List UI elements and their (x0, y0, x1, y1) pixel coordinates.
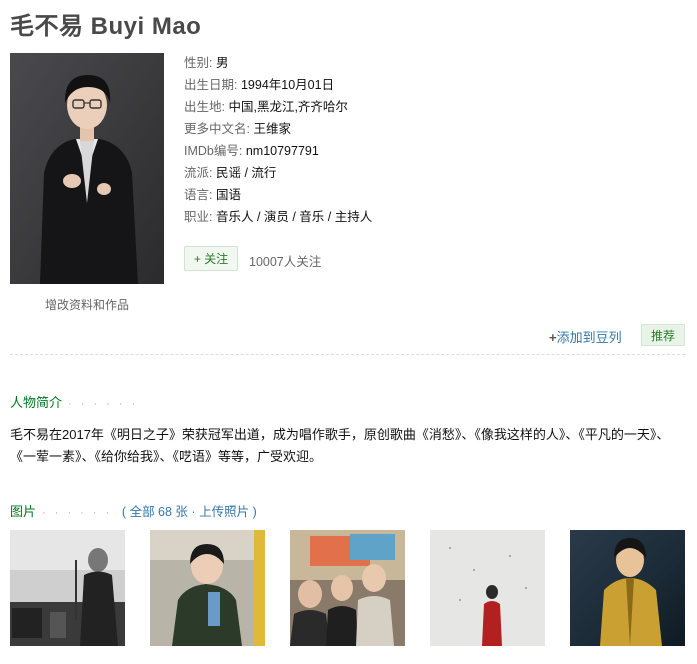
photo-thumbnail[interactable] (570, 530, 685, 646)
photo-image (10, 530, 125, 646)
info-row-language: 语言: 国语 (184, 184, 372, 206)
info-key: 职业: (184, 210, 213, 224)
info-key: 更多中文名: (184, 122, 250, 136)
link-separator: · (191, 505, 196, 519)
info-key: 流派: (184, 166, 213, 180)
info-value: 音乐人 / 演员 / 音乐 / 主持人 (215, 210, 373, 224)
upload-photo-link[interactable]: 上传照片 (199, 505, 249, 519)
info-value: 民谣 / 流行 (215, 166, 277, 180)
bio-dots: · · · · · · (68, 398, 139, 410)
info-value: 1994年10月01日 (240, 78, 335, 92)
photos-section-header: 图片 · · · · · · ( 全部 68 张 · 上传照片 ) (10, 501, 257, 520)
info-row-genre: 流派: 民谣 / 流行 (184, 162, 372, 184)
info-key: IMDb编号: (184, 144, 243, 158)
photo-links: ( 全部 68 张 · 上传照片 ) (122, 505, 257, 519)
photo-image (150, 530, 265, 646)
photos-dots: · · · · · · (42, 507, 113, 519)
plus-icon: + (549, 330, 557, 345)
info-value: 王维家 (253, 122, 291, 136)
portrait-photo[interactable] (10, 53, 164, 284)
info-key: 性别: (184, 56, 213, 70)
add-to-doulist-label: 添加到豆列 (556, 330, 622, 345)
photo-thumbnail[interactable] (150, 530, 265, 646)
info-key: 出生地: (184, 100, 225, 114)
edit-profile-link[interactable]: 增改资料和作品 (10, 296, 164, 313)
page-title: 毛不易 Buyi Mao (10, 13, 202, 40)
close-paren: ) (252, 505, 257, 519)
info-value: 中国,黑龙江,齐齐哈尔 (228, 100, 348, 114)
open-paren: ( (121, 505, 127, 519)
info-row-imdb: IMDb编号: nm10797791 (184, 140, 372, 162)
bio-section-header: 人物简介 · · · · · · (10, 392, 138, 411)
section-divider (10, 354, 685, 355)
photos-title: 图片 (10, 504, 37, 519)
info-row-gender: 性别: 男 (184, 52, 372, 74)
all-photos-link[interactable]: 全部 68 张 (130, 505, 188, 519)
portrait-image (10, 53, 164, 284)
info-row-occupation: 职业: 音乐人 / 演员 / 音乐 / 主持人 (184, 206, 372, 228)
follow-button[interactable]: + 关注 (184, 246, 238, 271)
info-value: 男 (215, 56, 229, 70)
bio-text: 毛不易在2017年《明日之子》荣获冠军出道，成为唱作歌手，原创歌曲《消愁》、《像… (10, 427, 670, 464)
info-value: nm10797791 (245, 144, 319, 158)
info-key: 出生日期: (184, 78, 238, 92)
photo-image (430, 530, 545, 646)
photo-image (570, 530, 685, 646)
photo-image (290, 530, 405, 646)
info-row-birthdate: 出生日期: 1994年10月01日 (184, 74, 372, 96)
add-to-doulist-link[interactable]: +添加到豆列 (549, 327, 622, 346)
info-row-birthplace: 出生地: 中国,黑龙江,齐齐哈尔 (184, 96, 372, 118)
info-key: 语言: (184, 188, 213, 202)
photo-thumbnail[interactable] (430, 530, 545, 646)
recommend-button[interactable]: 推荐 (641, 324, 685, 346)
profile-info: 性别: 男 出生日期: 1994年10月01日 出生地: 中国,黑龙江,齐齐哈尔… (184, 52, 372, 228)
photo-thumbnail[interactable] (290, 530, 405, 646)
bio-title: 人物简介 (10, 395, 63, 410)
info-row-other-names: 更多中文名: 王维家 (184, 118, 372, 140)
info-value: 国语 (215, 188, 241, 202)
photo-thumbnail[interactable] (10, 530, 125, 646)
follower-count: 10007人关注 (249, 255, 322, 269)
